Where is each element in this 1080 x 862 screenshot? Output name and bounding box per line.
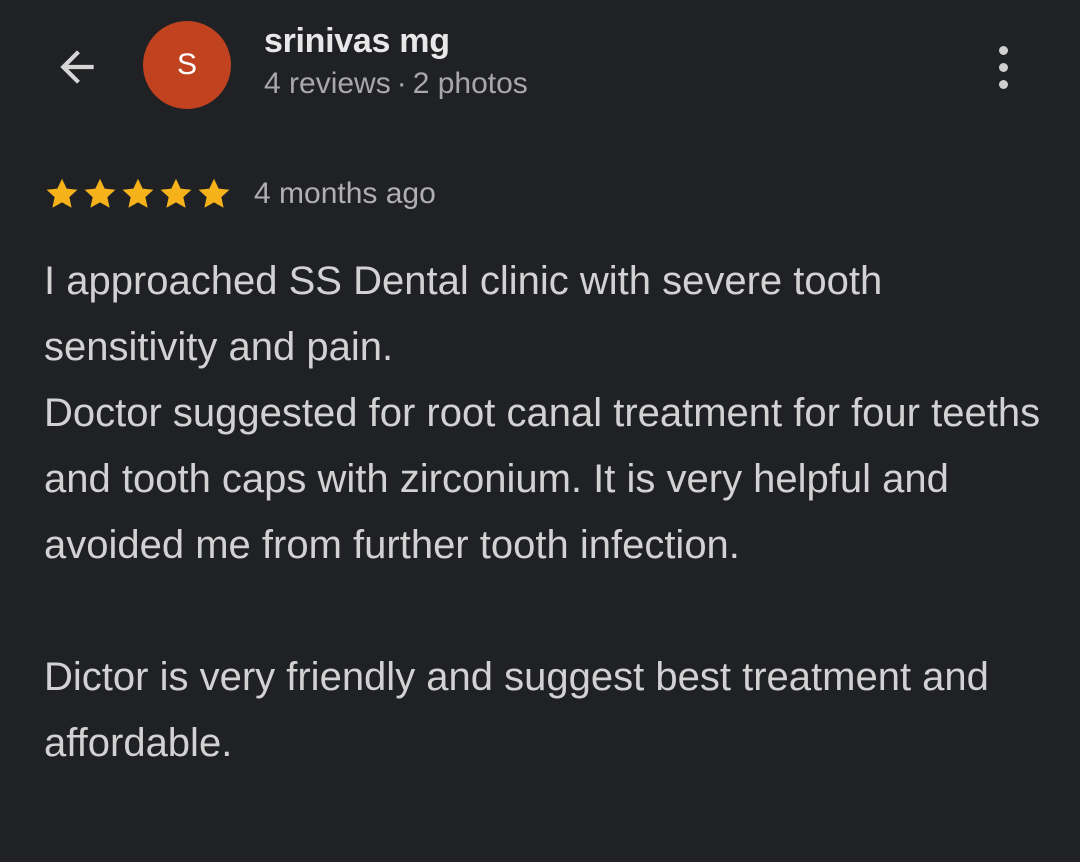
stats-separator: · [396,67,407,100]
review-paragraph: Dictor is very friendly and suggest best… [44,655,989,765]
reviews-count: 4 reviews [264,67,391,100]
back-button[interactable] [48,38,106,96]
review-paragraph: Doctor suggested for root canal treatmen… [44,391,1041,567]
review-paragraph: I approached SS Dental clinic with sever… [44,259,883,369]
star-icon [46,178,78,208]
more-vertical-icon-dot [998,62,1008,72]
more-options-button[interactable] [980,38,1026,96]
arrow-left-icon [60,50,94,84]
star-icon [84,178,116,208]
review-header: S srinivas mg 4 reviews · 2 photos [0,0,1080,130]
rating-row: 4 months ago [44,170,436,218]
photos-count: 2 photos [412,67,528,100]
user-name[interactable]: srinivas mg [264,22,450,61]
user-stats: 4 reviews · 2 photos [264,67,528,101]
avatar-letter: S [176,48,197,81]
more-vertical-icon-dot [998,45,1008,55]
review-time: 4 months ago [254,177,436,210]
star-rating [44,176,232,212]
review-text: I approached SS Dental clinic with sever… [44,248,1044,776]
star-icon [122,178,154,208]
star-icon [160,178,192,208]
avatar[interactable]: S [143,21,231,109]
star-icon [198,178,230,208]
more-vertical-icon-dot [998,79,1008,89]
